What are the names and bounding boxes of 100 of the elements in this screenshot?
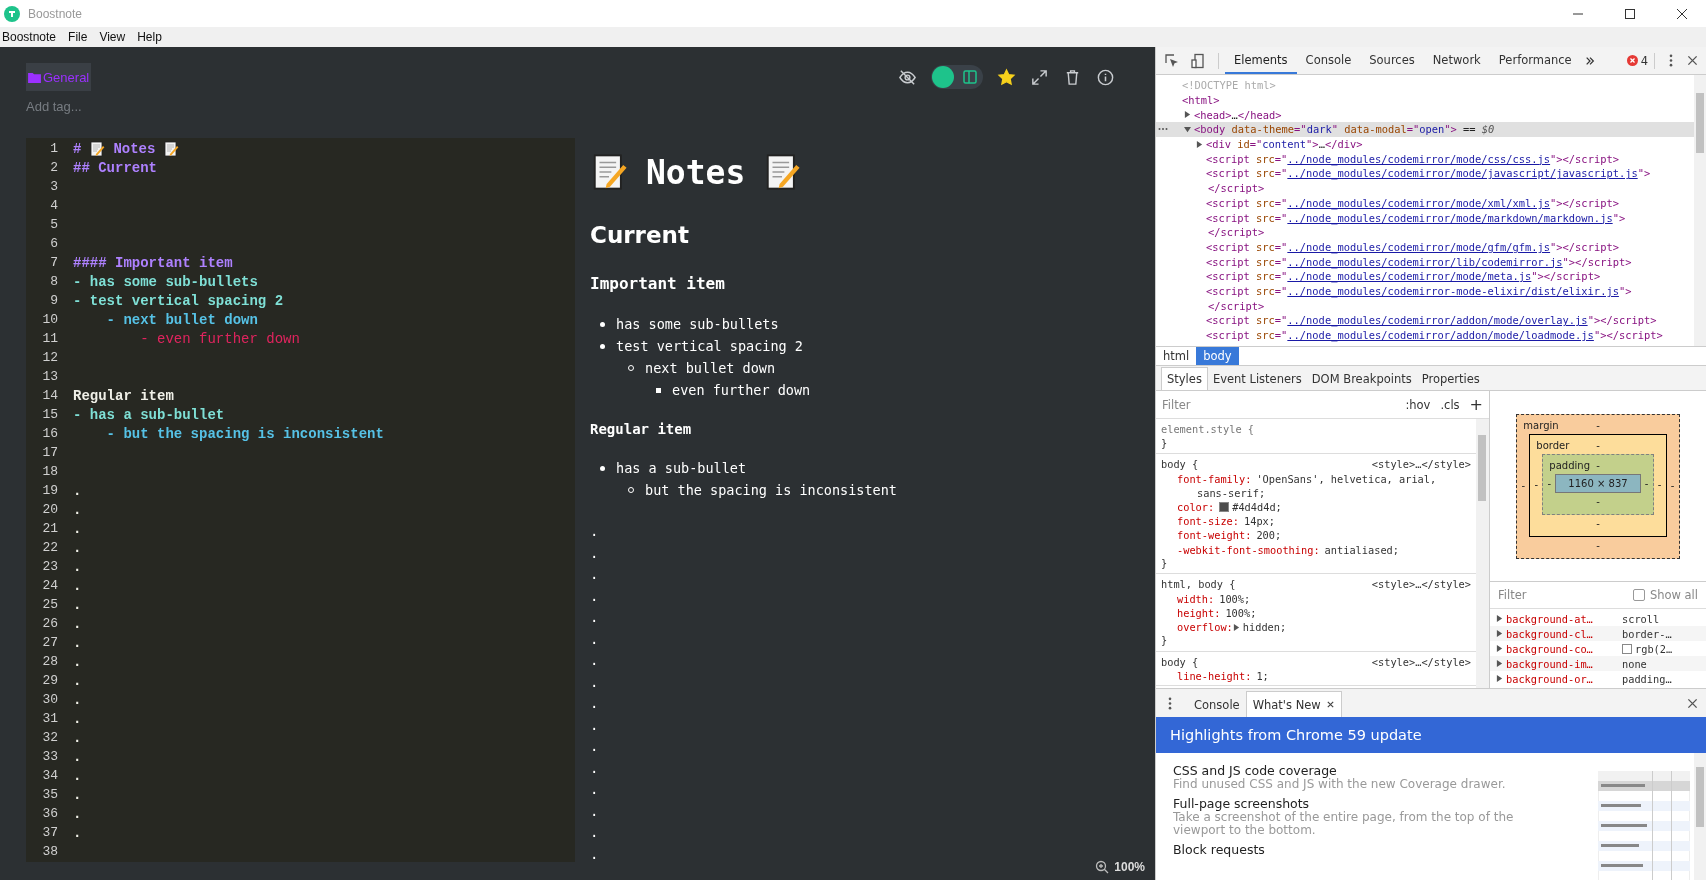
checkbox[interactable] (1632, 589, 1645, 601)
breadcrumb-item[interactable]: html (1156, 347, 1197, 365)
breadcrumb-item[interactable]: body (1196, 347, 1239, 365)
style-source-link[interactable]: <style>…</style> (1371, 578, 1471, 591)
devtools-tab[interactable]: Performance (1489, 47, 1581, 74)
filter-field[interactable]: Filter (1498, 588, 1527, 602)
expand-arrow-icon[interactable] (1196, 140, 1203, 148)
expand-arrow-icon[interactable] (1496, 675, 1503, 682)
drawer-tab[interactable]: Console (1188, 692, 1246, 717)
dom-row[interactable]: </script> (1156, 298, 1694, 313)
attribute-name: src (1256, 284, 1275, 297)
line-number: 17 (41, 445, 59, 460)
file-link[interactable]: ../node_modules/codemirror/mode/javascript/javascript.js (1287, 167, 1638, 180)
expand-arrow-icon[interactable] (1496, 615, 1503, 622)
hover-state-toggle[interactable]: :hov (1405, 397, 1431, 412)
expand-icon[interactable] (1030, 67, 1049, 87)
drawer-tab[interactable]: What's New (1245, 691, 1342, 717)
file-link[interactable]: ../node_modules/codemirror/lib/codemirror.js (1287, 255, 1563, 268)
file-link[interactable]: ../node_modules/codemirror/mode/gfm/gfm.js (1287, 240, 1551, 253)
inspect-icon[interactable] (1164, 52, 1180, 69)
style-source-link[interactable]: <style>…</style> (1371, 655, 1471, 668)
chevrons-icon[interactable] (1584, 55, 1595, 66)
file-link[interactable]: ../node_modules/codemirror/addon/mode/overlay.js (1287, 314, 1588, 327)
file-link[interactable]: ../node_modules/codemirror/mode/xml/xml.js (1287, 196, 1551, 209)
dom-row[interactable]: <script src="../node_modules/codemirror/mode/xml/xml.js"></script> (1156, 195, 1694, 211)
panel-tab[interactable]: DOM Breakpoints (1306, 368, 1417, 390)
close-icon[interactable] (1687, 697, 1698, 709)
color-swatch[interactable] (1219, 501, 1230, 512)
dom-row[interactable]: <script src="../node_modules/codemirror/lib/codemirror.js"></script> (1156, 254, 1694, 269)
devtools-tab[interactable]: Network (1423, 47, 1490, 74)
code-line-text: - next bullet down (105, 311, 258, 328)
file-link[interactable]: ../node_modules/codemirror/mode/css/css.js (1287, 152, 1551, 165)
preview-title: Notes (646, 152, 746, 192)
dom-row[interactable]: <script src="../node_modules/codemirror/mode/markdown/markdown.js"> (1156, 210, 1694, 225)
close-icon[interactable] (1676, 7, 1688, 20)
file-link[interactable]: ../node_modules/codemirror/mode/meta.js (1287, 270, 1532, 283)
checkbox-label[interactable]: Show all (1649, 588, 1698, 602)
scrollbar[interactable] (1694, 753, 1706, 880)
dom-row[interactable]: <script src="../node_modules/codemirror/addon/mode/loadmode.js"></script> (1156, 327, 1694, 343)
menu-item[interactable]: File (66, 30, 94, 44)
scrollbar[interactable] (1476, 419, 1489, 688)
dom-row[interactable]: <script src="../node_modules/codemirror/addon/mode/overlay.js"></script> (1156, 313, 1694, 328)
dom-row[interactable]: <script src="../node_modules/codemirror/mode/meta.js"></script> (1156, 268, 1694, 284)
dom-row[interactable]: <script src="../node_modules/codemirror/mode/gfm/gfm.js"></script> (1156, 239, 1694, 255)
devtools-tab[interactable]: Console (1296, 47, 1361, 74)
attribute-name: src (1256, 152, 1275, 165)
dom-row[interactable]: <head>…</head> (1156, 107, 1694, 123)
zoom-icon[interactable] (1095, 860, 1110, 874)
file-link[interactable]: ../node_modules/codemirror/mode/markdown/markdown.js (1287, 211, 1613, 224)
close-icon[interactable] (1687, 55, 1698, 66)
eye-slash-icon[interactable] (898, 67, 917, 87)
box-label: padding (1549, 459, 1591, 471)
error-icon[interactable] (1626, 55, 1638, 66)
filter-field[interactable]: Filter (1162, 397, 1191, 412)
device-icon[interactable] (1190, 52, 1206, 69)
dom-row[interactable]: </script> (1156, 224, 1694, 240)
devtools-tab[interactable]: Sources (1360, 47, 1424, 74)
dom-row[interactable]: <body data-theme="dark" data-modal="open"> == $0 (1156, 122, 1694, 137)
file-link[interactable]: ../node_modules/codemirror-mode-elixir/dist/elixir.js (1287, 284, 1619, 297)
line-number: 34 (41, 768, 59, 783)
html-tag: <script (1206, 255, 1257, 268)
file-link[interactable]: ../node_modules/codemirror/addon/mode/loadmode.js (1287, 329, 1594, 342)
menu-item[interactable]: Boostnote (0, 30, 63, 44)
menu-item[interactable]: Help (135, 30, 168, 44)
expand-arrow-icon[interactable] (1184, 111, 1191, 119)
code-line-text: . (73, 501, 82, 518)
computed-property: background-at… (1506, 612, 1594, 625)
expand-arrow-icon[interactable] (1184, 125, 1191, 133)
view-toggle[interactable] (931, 65, 983, 89)
expand-arrow-icon[interactable] (1232, 623, 1240, 631)
class-toggle[interactable]: .cls (1440, 397, 1460, 412)
close-icon[interactable] (1325, 700, 1335, 709)
expand-arrow-icon[interactable] (1496, 660, 1503, 667)
dom-row[interactable]: <script src="../node_modules/codemirror/mode/javascript/javascript.js"> (1156, 166, 1694, 181)
dom-row[interactable]: </script> (1156, 180, 1694, 196)
more-icon[interactable] (1168, 696, 1172, 710)
more-icon[interactable] (1669, 54, 1673, 67)
scrollbar[interactable] (1694, 75, 1706, 346)
dom-row[interactable]: <html> (1156, 92, 1694, 108)
panel-tab[interactable]: Event Listeners (1207, 368, 1307, 390)
star-icon[interactable] (997, 67, 1016, 87)
dom-row[interactable]: <script src="../node_modules/codemirror/mode/css/css.js"></script> (1156, 151, 1694, 167)
dom-row[interactable]: <div id="content">…</div> (1156, 136, 1694, 152)
new-rule-button[interactable]: + (1469, 395, 1483, 414)
css-value: sans-serif; (1197, 486, 1266, 499)
expand-arrow-icon[interactable] (1496, 630, 1503, 637)
dom-row[interactable]: <script src="../node_modules/codemirror-mode-elixir/dist/elixir.js"> (1156, 283, 1694, 299)
html-tag: </script> (1208, 299, 1265, 312)
menu-item[interactable]: View (97, 30, 132, 44)
panel-tab[interactable]: Styles (1161, 367, 1208, 390)
expand-arrow-icon[interactable] (1496, 645, 1503, 652)
content-size: 1160 × 837 (1555, 473, 1641, 493)
info-icon[interactable] (1096, 67, 1115, 87)
style-source-link[interactable]: <style>…</style> (1371, 458, 1471, 471)
html-tag: <script (1206, 270, 1257, 283)
feature-description: Find unused CSS and JS with the new Coverage drawer. (1173, 778, 1507, 791)
devtools-tab[interactable]: Elements (1225, 47, 1297, 74)
panel-tab[interactable]: Properties (1416, 368, 1485, 390)
ellipsis-icon[interactable] (1158, 127, 1168, 132)
maximize-icon[interactable] (1624, 7, 1636, 20)
